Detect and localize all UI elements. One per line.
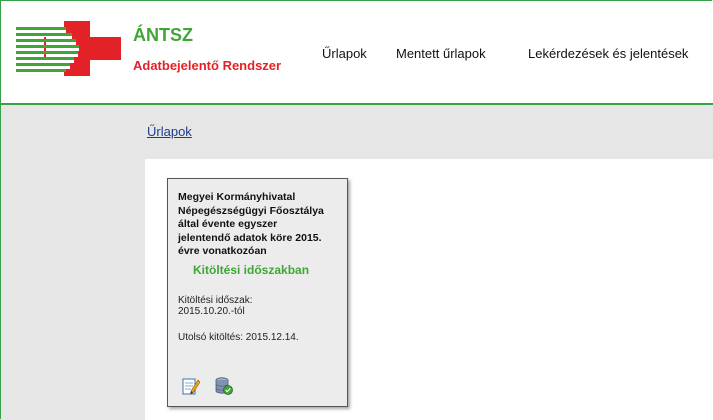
form-card-title-line: jelentendő adatok köre 2015. [178, 231, 322, 244]
form-card[interactable]: Megyei Kormányhivatal Népegészségügyi Fő… [167, 178, 348, 407]
nav-item-queries-reports[interactable]: Lekérdezések és jelentések [528, 46, 688, 61]
form-card-title-line: Népegészségügyi Főosztálya [178, 204, 324, 217]
breadcrumb-forms-link[interactable]: Űrlapok [147, 124, 192, 139]
antsz-logo-icon[interactable] [16, 21, 121, 76]
form-card-title[interactable]: Megyei Kormányhivatal Népegészségügyi Fő… [178, 191, 343, 259]
header: ÁNTSZ Adatbejelentő Rendszer Űrlapok Men… [1, 1, 713, 105]
form-card-title-line: Megyei Kormányhivatal [178, 191, 296, 203]
last-fill-date: Utolsó kitöltés: 2015.12.14. [178, 332, 299, 343]
edit-form-icon[interactable] [182, 377, 200, 395]
fill-period-label: Kitöltési időszak: [178, 295, 253, 306]
form-card-title-line: által évente egyszer [178, 218, 278, 230]
form-card-title-line: évre vonatkozóan [178, 245, 267, 257]
nav-item-forms[interactable]: Űrlapok [322, 46, 367, 61]
brand-name: ÁNTSZ [133, 25, 193, 45]
database-icon[interactable] [215, 377, 233, 395]
nav-item-saved-forms[interactable]: Mentett űrlapok [396, 46, 486, 61]
status-badge: Kitöltési időszakban [193, 263, 310, 277]
fill-period-value: 2015.10.20.-tól [178, 306, 245, 317]
brand-subtitle: Adatbejelentő Rendszer [133, 58, 282, 73]
